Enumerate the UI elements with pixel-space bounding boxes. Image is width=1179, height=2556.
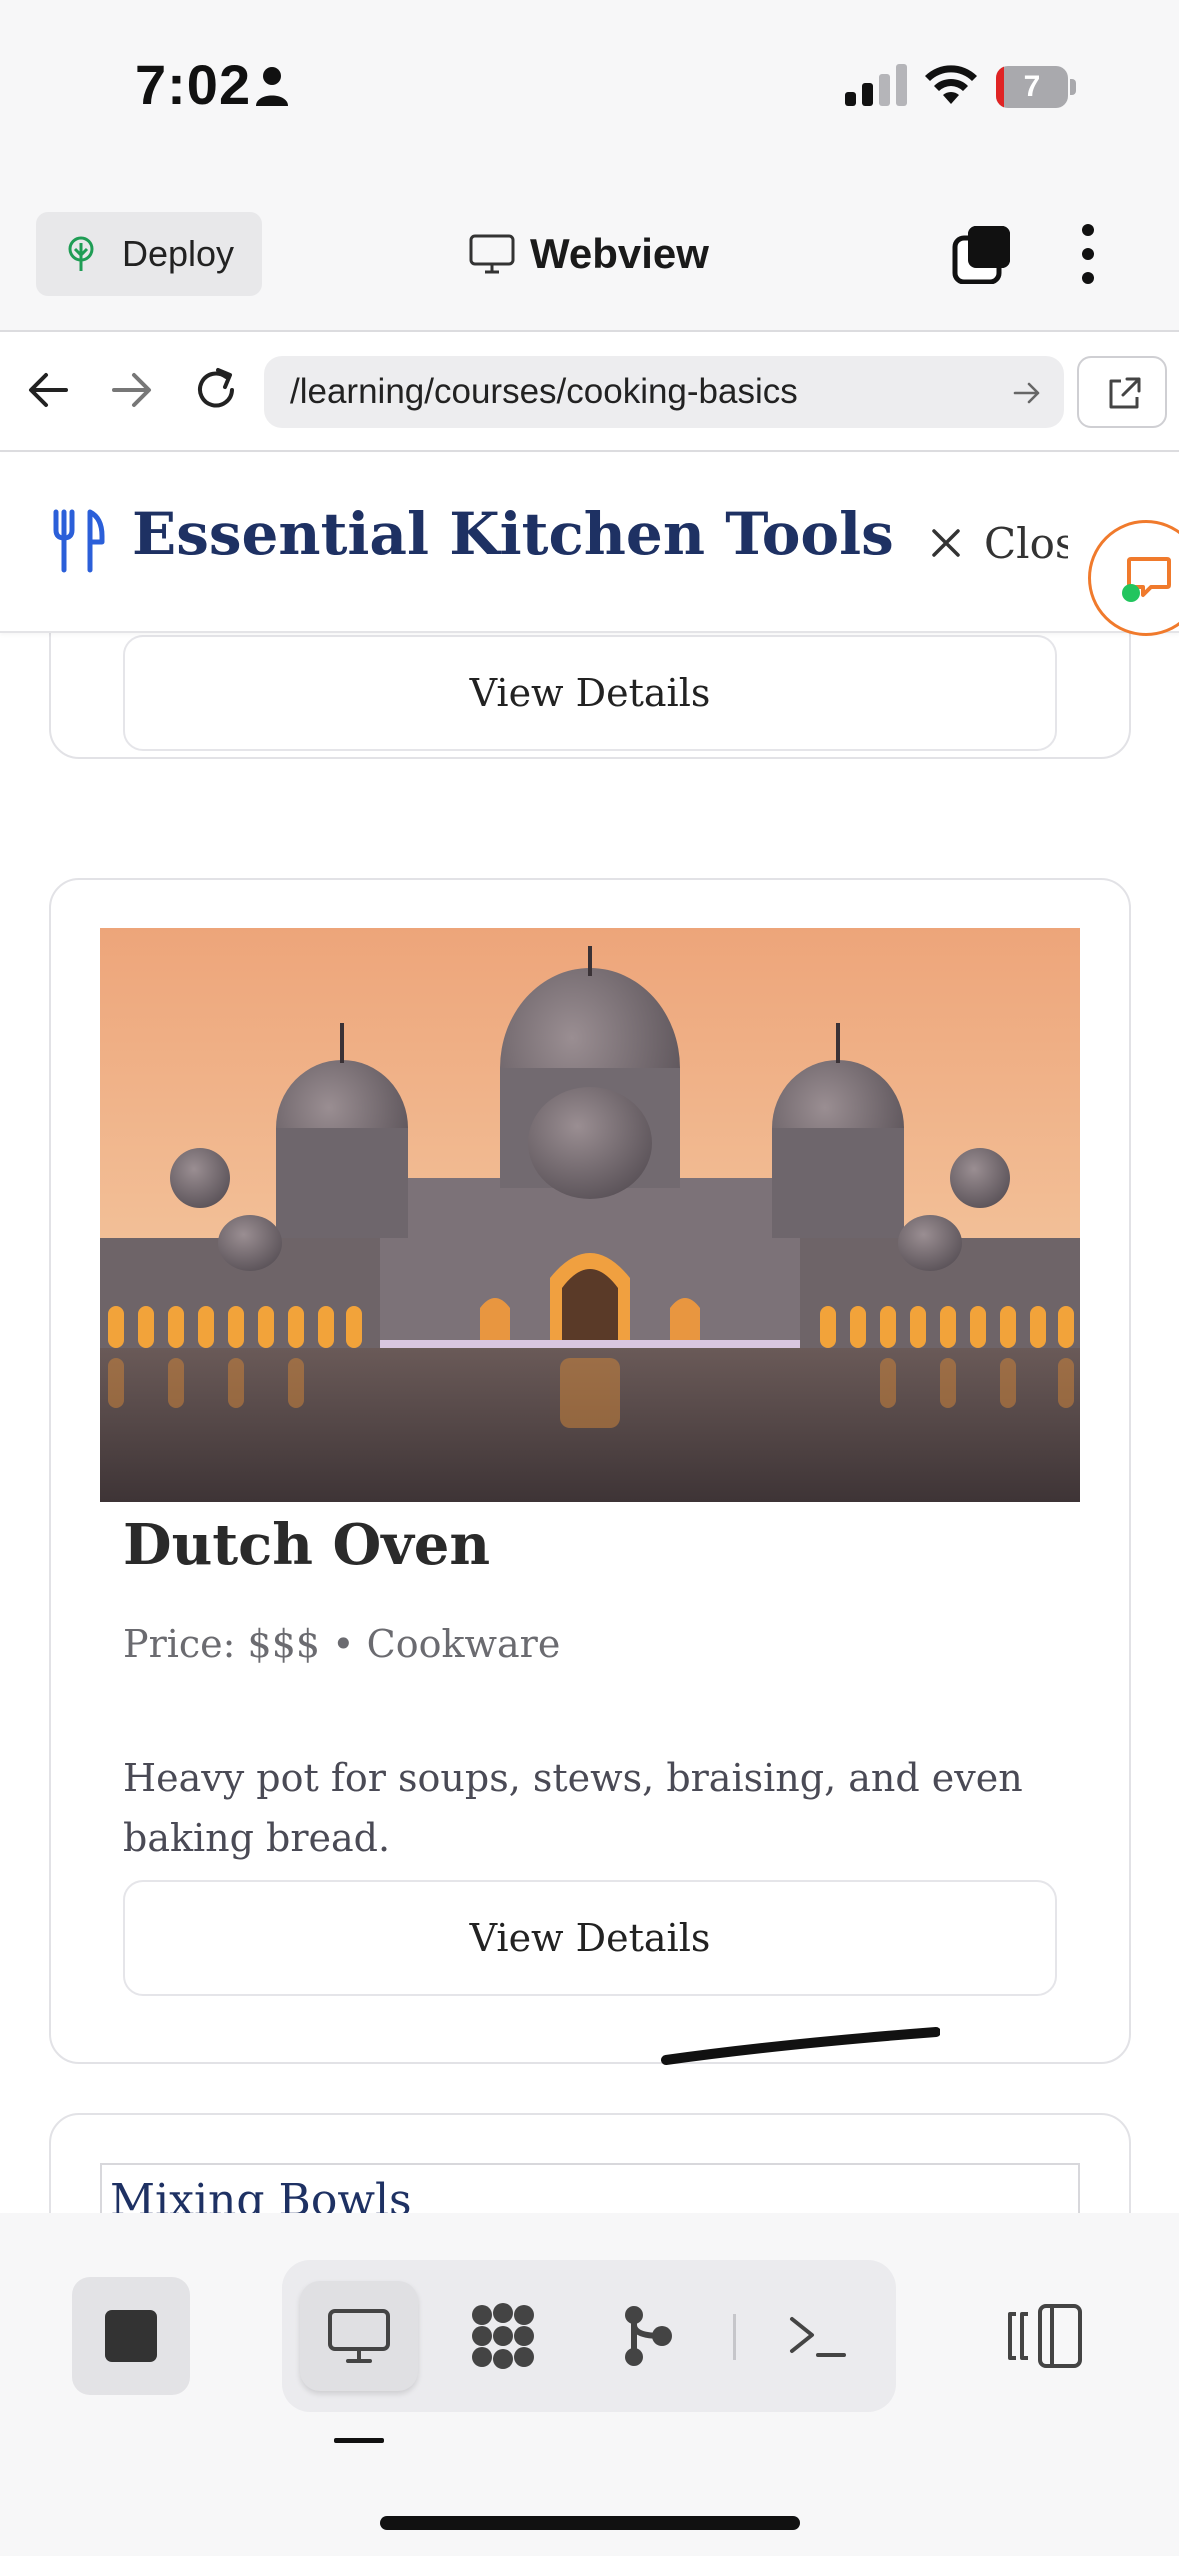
stop-icon (105, 2310, 157, 2362)
card-image-placeholder: Mixing Bowls (100, 2163, 1080, 2213)
tool-card: Dutch Oven Price: $$$ • Cookware Heavy p… (49, 878, 1131, 2064)
open-external-button[interactable] (1077, 356, 1167, 428)
back-arrow-icon[interactable] (20, 362, 76, 418)
battery-level: 7 (1023, 70, 1041, 103)
battery-icon: 7 (996, 66, 1076, 108)
terminal-mode-button[interactable] (758, 2281, 876, 2391)
card-description: Heavy pot for soups, stews, braising, an… (123, 1756, 1023, 1860)
cellular-signal-icon (845, 64, 907, 106)
divider (733, 2314, 736, 2360)
reload-icon[interactable] (188, 362, 244, 418)
course-content[interactable]: View Details Dutch Oven Price: $$$ • Coo… (0, 633, 1179, 2213)
desktop-mode-button[interactable] (300, 2281, 418, 2391)
forward-arrow-icon[interactable] (104, 362, 160, 418)
go-arrow-icon[interactable] (1012, 378, 1042, 408)
page-title: Essential Kitchen Tools (132, 500, 894, 568)
close-label: Close (984, 518, 1068, 568)
view-title-label: Webview (530, 230, 709, 277)
desktop-icon (328, 2309, 390, 2363)
card-meta: Price: $$$ • Cookware (123, 1622, 561, 1666)
active-mode-indicator (334, 2438, 384, 2443)
side-panel-icon[interactable] (1006, 2300, 1086, 2372)
fork-knife-icon (53, 509, 105, 573)
card-title: Mixing Bowls (110, 2175, 412, 2213)
wifi-icon (925, 65, 977, 104)
close-icon (932, 529, 960, 557)
tool-card: View Details (49, 633, 1131, 759)
person-icon (256, 67, 288, 106)
tabs-icon[interactable] (952, 224, 1012, 284)
home-indicator (380, 2516, 800, 2530)
card-title: Dutch Oven (123, 1512, 491, 1578)
card-image (100, 928, 1080, 1502)
cluster-icon (472, 2303, 534, 2369)
chat-bubble-icon (1122, 557, 1171, 602)
tree-icon (68, 236, 94, 271)
monitor-icon (469, 234, 515, 274)
tool-card: Mixing Bowls (49, 2113, 1131, 2213)
status-time: 7:02 (135, 53, 252, 116)
close-button[interactable]: Close (928, 508, 1068, 578)
branch-icon (625, 2306, 672, 2366)
annotation-stroke (661, 2027, 940, 2065)
branch-mode-button[interactable] (588, 2281, 706, 2391)
terminal-icon (790, 2317, 846, 2357)
url-text: /learning/courses/cooking-basics (290, 372, 798, 411)
stop-button[interactable] (72, 2277, 190, 2395)
status-bar: 7:02 7 (0, 0, 1179, 180)
view-details-button[interactable]: View Details (123, 635, 1057, 751)
deploy-button[interactable]: Deploy (36, 212, 262, 296)
external-link-icon (1109, 377, 1141, 409)
deploy-label: Deploy (122, 233, 235, 274)
view-title: Webview (468, 226, 709, 282)
view-details-button[interactable]: View Details (123, 1880, 1057, 1996)
more-vertical-icon[interactable] (1068, 222, 1108, 286)
url-input[interactable]: /learning/courses/cooking-basics (264, 356, 1064, 428)
cluster-mode-button[interactable] (444, 2281, 562, 2391)
